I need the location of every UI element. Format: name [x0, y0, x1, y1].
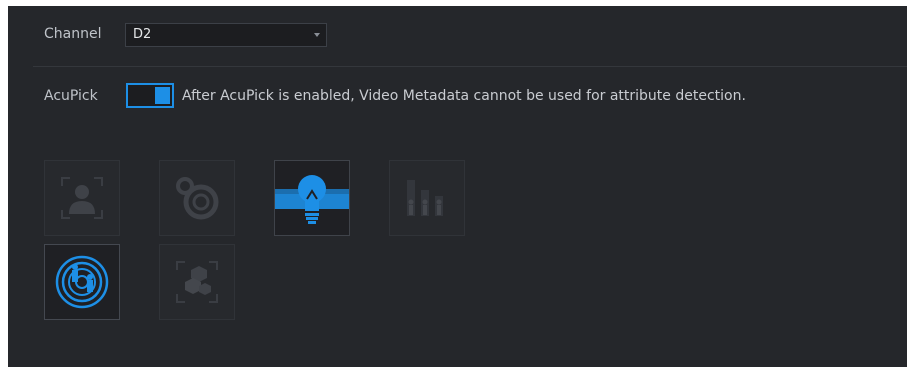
smart-plan-bulb-icon — [275, 175, 349, 224]
object-detection-tile[interactable] — [159, 244, 235, 320]
face-detection-tile[interactable] — [44, 160, 120, 236]
divider — [33, 66, 907, 67]
perimeter-protection-tile[interactable] — [44, 244, 120, 320]
chevron-down-icon — [314, 33, 320, 37]
smart-plan-panel: Channel D2 AcuPick After AcuPick is enab… — [8, 6, 907, 367]
perimeter-protection-icon — [55, 255, 109, 309]
people-counting-icon — [407, 180, 443, 216]
face-recognition-tile[interactable] — [159, 160, 235, 236]
acupick-toggle[interactable] — [126, 83, 174, 108]
acupick-note: After AcuPick is enabled, Video Metadata… — [182, 88, 746, 104]
toggle-knob — [155, 87, 170, 104]
face-detection-icon — [61, 177, 103, 219]
object-detection-icon — [176, 261, 218, 303]
channel-select-value: D2 — [133, 27, 152, 42]
acupick-label: AcuPick — [44, 88, 98, 104]
people-counting-tile[interactable] — [389, 160, 465, 236]
channel-select[interactable]: D2 — [125, 23, 327, 47]
face-recognition-icon — [176, 177, 219, 220]
smart-plan-tile[interactable] — [274, 160, 350, 236]
channel-label: Channel — [44, 26, 102, 42]
